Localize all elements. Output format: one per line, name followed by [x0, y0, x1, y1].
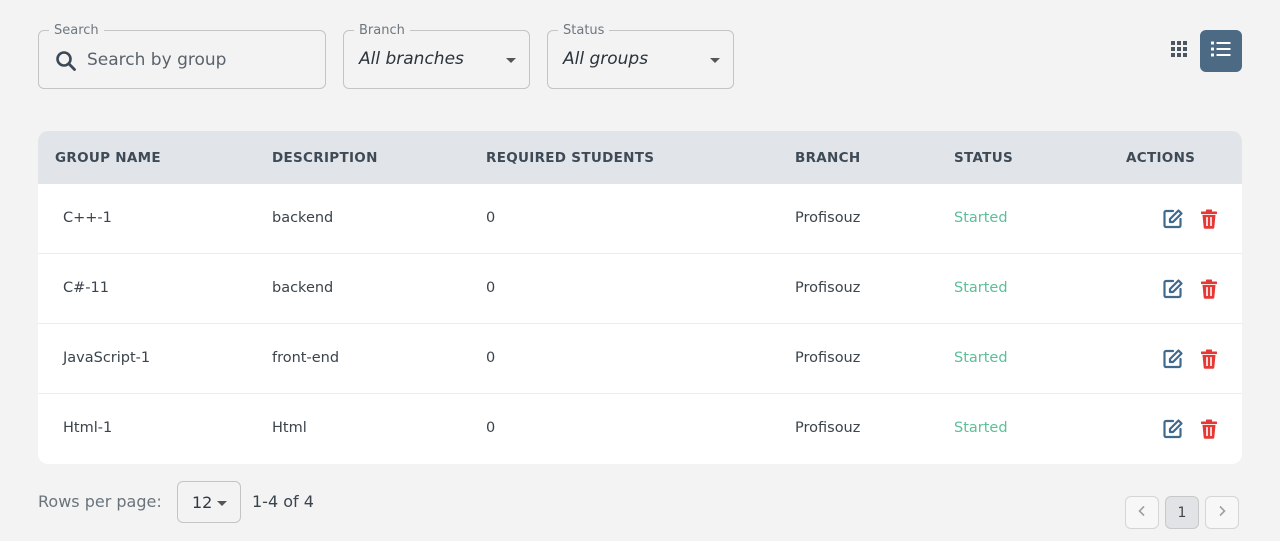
- cell-group-name: C++-1: [63, 210, 112, 226]
- header-branch: BRANCH: [795, 150, 861, 166]
- cell-required-students: 0: [486, 420, 496, 436]
- cell-description: front-end: [272, 350, 340, 366]
- delete-icon[interactable]: [1198, 278, 1220, 300]
- status-badge: Started: [954, 350, 1008, 366]
- grid-view-button[interactable]: [1162, 34, 1196, 68]
- cell-group-name: JavaScript-1: [63, 350, 151, 366]
- chevron-down-icon: [710, 58, 720, 63]
- list-icon: [1210, 40, 1232, 62]
- status-badge: Started: [954, 420, 1008, 436]
- header-status: STATUS: [954, 150, 1013, 166]
- chevron-down-icon: [217, 501, 227, 506]
- delete-icon[interactable]: [1198, 208, 1220, 230]
- delete-icon[interactable]: [1198, 418, 1220, 440]
- status-select[interactable]: Status All groups: [547, 23, 734, 89]
- chevron-right-icon: [1217, 505, 1227, 521]
- list-view-button[interactable]: [1200, 30, 1242, 72]
- cell-description: backend: [272, 280, 334, 296]
- cell-group-name: C#-11: [63, 280, 109, 296]
- page-button[interactable]: 1: [1165, 496, 1199, 529]
- edit-icon[interactable]: [1162, 278, 1184, 300]
- cell-description: Html: [272, 420, 307, 436]
- cell-required-students: 0: [486, 350, 496, 366]
- header-required-students: REQUIRED STUDENTS: [486, 150, 655, 166]
- pagination-range: 1-4 of 4: [252, 492, 314, 511]
- table-row: C++-1 backend 0 Profisouz Started: [38, 184, 1242, 254]
- groups-table: GROUP NAME DESCRIPTION REQUIRED STUDENTS…: [38, 131, 1242, 464]
- table-row: JavaScript-1 front-end 0 Profisouz Start…: [38, 324, 1242, 394]
- cell-branch: Profisouz: [795, 210, 861, 226]
- grid-icon: [1170, 40, 1188, 62]
- cell-group-name: Html-1: [63, 420, 113, 436]
- rows-per-page-value: 12: [192, 493, 213, 512]
- rows-per-page-label: Rows per page:: [38, 492, 162, 511]
- cell-required-students: 0: [486, 210, 496, 226]
- cell-branch: Profisouz: [795, 280, 861, 296]
- cell-branch: Profisouz: [795, 350, 861, 366]
- branch-label: Branch: [354, 23, 410, 38]
- delete-icon[interactable]: [1198, 348, 1220, 370]
- header-description: DESCRIPTION: [272, 150, 378, 166]
- branch-select[interactable]: Branch All branches: [343, 23, 530, 89]
- table-header: GROUP NAME DESCRIPTION REQUIRED STUDENTS…: [38, 131, 1242, 184]
- cell-description: backend: [272, 210, 334, 226]
- table-row: Html-1 Html 0 Profisouz Started: [38, 394, 1242, 464]
- search-icon: [54, 49, 78, 73]
- next-page-button[interactable]: [1205, 496, 1239, 529]
- chevron-down-icon: [506, 58, 516, 63]
- edit-icon[interactable]: [1162, 208, 1184, 230]
- edit-icon[interactable]: [1162, 348, 1184, 370]
- previous-page-button[interactable]: [1125, 496, 1159, 529]
- header-group-name: GROUP NAME: [55, 150, 161, 166]
- table-row: C#-11 backend 0 Profisouz Started: [38, 254, 1242, 324]
- edit-icon[interactable]: [1162, 418, 1184, 440]
- status-value: All groups: [563, 49, 649, 69]
- status-badge: Started: [954, 210, 1008, 226]
- search-label: Search: [49, 23, 104, 38]
- search-input[interactable]: [87, 48, 312, 72]
- cell-required-students: 0: [486, 280, 496, 296]
- search-field[interactable]: Search: [38, 23, 326, 89]
- header-actions: ACTIONS: [1126, 150, 1196, 166]
- chevron-left-icon: [1137, 505, 1147, 521]
- branch-value: All branches: [359, 49, 464, 69]
- cell-branch: Profisouz: [795, 420, 861, 436]
- status-badge: Started: [954, 280, 1008, 296]
- page-number: 1: [1177, 504, 1187, 521]
- status-label: Status: [558, 23, 610, 38]
- rows-per-page-select[interactable]: 12: [177, 481, 241, 523]
